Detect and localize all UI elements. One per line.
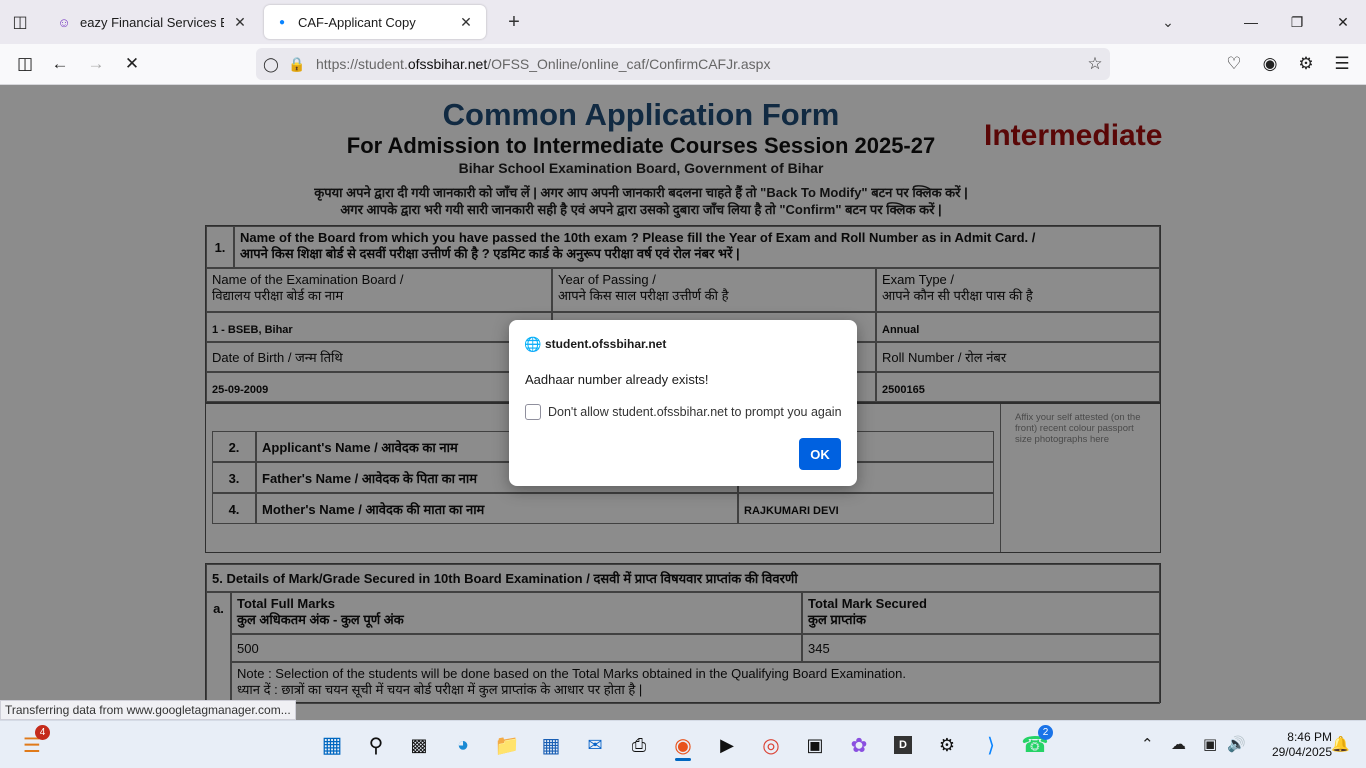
media-player-icon[interactable]: ▶ <box>711 729 743 761</box>
forward-icon[interactable]: → <box>81 50 111 78</box>
photos-icon[interactable]: ▣ <box>799 729 831 761</box>
tab-strip: ◫ ☺ eazy Financial Services B.S.C (Cl ✕ … <box>0 0 1366 44</box>
account-icon[interactable]: ◉ <box>1255 50 1285 78</box>
d-app-icon[interactable]: D <box>887 729 919 761</box>
url-text[interactable]: https://student.ofssbihar.net/OFSS_Onlin… <box>316 56 1080 72</box>
loading-dot-icon: ● <box>278 16 286 28</box>
tab-title: eazy Financial Services B.S.C (Cl <box>80 14 224 30</box>
whatsapp-icon[interactable]: ☎ 2 <box>1019 725 1053 761</box>
edge-icon[interactable]: ◕ <box>447 729 479 761</box>
tab-list-icon[interactable]: ◫ <box>0 0 40 44</box>
clock-date: 29/04/2025 <box>1271 745 1332 759</box>
close-window-icon[interactable]: ✕ <box>1320 0 1366 44</box>
flutter-icon[interactable]: ⟩ <box>975 729 1007 761</box>
active-indicator <box>675 758 691 761</box>
stop-loading-icon[interactable]: ✕ <box>117 50 147 78</box>
sidebar-toggle-icon[interactable]: ◫ <box>10 50 40 78</box>
close-tab-icon[interactable]: ✕ <box>230 12 250 32</box>
onedrive-offline-icon[interactable]: ☁ <box>1171 735 1186 753</box>
dialog-message: Aadhaar number already exists! <box>525 372 709 387</box>
firefox-icon[interactable]: ◉ <box>667 729 699 761</box>
image-viewer-icon[interactable]: ⚙ <box>931 729 963 761</box>
pocket-icon[interactable]: ♡ <box>1219 50 1249 78</box>
clock[interactable]: 8:46 PM 29/04/2025 <box>1252 730 1332 760</box>
navigation-toolbar: ◫ ← → ✕ ◯ 🔒 https://student.ofssbihar.ne… <box>0 44 1366 85</box>
task-view-icon[interactable]: ▩ <box>403 729 435 761</box>
minimize-icon[interactable]: — <box>1228 0 1274 44</box>
menu-icon[interactable]: ☰ <box>1327 50 1357 78</box>
chrome-icon[interactable]: ◎ <box>755 729 787 761</box>
dialog-origin: 🌐 student.ofssbihar.net <box>524 335 667 352</box>
start-icon[interactable]: ▦ <box>316 729 348 761</box>
shield-icon[interactable]: ◯ <box>258 51 284 77</box>
clock-time: 8:46 PM <box>1287 730 1332 744</box>
ok-button[interactable]: OK <box>799 438 841 470</box>
lock-icon[interactable]: 🔒 <box>284 51 310 77</box>
address-bar[interactable]: ◯ 🔒 https://student.ofssbihar.net/OFSS_O… <box>256 48 1110 80</box>
eazy-favicon-icon: ☺ <box>57 14 71 30</box>
tab-eazy-financial[interactable]: ☺ eazy Financial Services B.S.C (Cl ✕ <box>46 5 260 39</box>
status-bar: Transferring data from www.googletagmana… <box>0 700 296 720</box>
globe-icon: 🌐 <box>524 335 542 352</box>
origin-text: student.ofssbihar.net <box>545 337 667 351</box>
window-controls: — ❐ ✕ <box>1228 0 1366 44</box>
display-icon[interactable]: ▣ <box>1203 735 1217 753</box>
close-tab-icon[interactable]: ✕ <box>456 12 476 32</box>
bookmark-star-icon[interactable]: ☆ <box>1080 54 1110 74</box>
checkbox-box[interactable] <box>525 404 541 420</box>
back-icon[interactable]: ← <box>45 50 75 78</box>
alert-dialog: 🌐 student.ofssbihar.net Aadhaar number a… <box>509 320 857 486</box>
copilot-icon[interactable]: ✿ <box>843 729 875 761</box>
outlook-icon[interactable]: ✉ <box>579 729 611 761</box>
widgets-icon[interactable]: ☰ 4 <box>16 725 50 761</box>
new-tab-button[interactable]: + <box>498 6 530 38</box>
windows-taskbar: ☰ 4 ▦ ⚲ ▩ ◕ 📁 ▦ ✉ ⎙ ◉ ▶ ◎ ▣ ✿ D ⚙ ⟩ ☎ 2 … <box>0 720 1366 768</box>
restore-icon[interactable]: ❐ <box>1274 0 1320 44</box>
tab-title: CAF-Applicant Copy <box>298 14 416 30</box>
tab-caf-applicant-copy[interactable]: ● CAF-Applicant Copy ✕ <box>264 5 486 39</box>
show-hidden-icons-icon[interactable]: ⌃ <box>1141 735 1154 753</box>
store-icon[interactable]: ▦ <box>535 729 567 761</box>
file-explorer-icon[interactable]: 📁 <box>491 729 523 761</box>
volume-icon[interactable]: 🔊 <box>1227 735 1246 753</box>
search-icon[interactable]: ⚲ <box>360 729 392 761</box>
extensions-icon[interactable]: ⚙ <box>1291 50 1321 78</box>
dont-allow-prompts-checkbox[interactable]: Don't allow student.ofssbihar.net to pro… <box>525 404 842 420</box>
whatsapp-badge: 2 <box>1038 725 1053 740</box>
checkbox-label[interactable]: Don't allow student.ofssbihar.net to pro… <box>548 405 842 419</box>
widgets-badge: 4 <box>35 725 50 740</box>
scanner-icon[interactable]: ⎙ <box>623 729 655 761</box>
notifications-icon[interactable]: 🔔 <box>1331 735 1350 753</box>
list-all-tabs-icon[interactable]: ⌄ <box>1154 8 1182 36</box>
